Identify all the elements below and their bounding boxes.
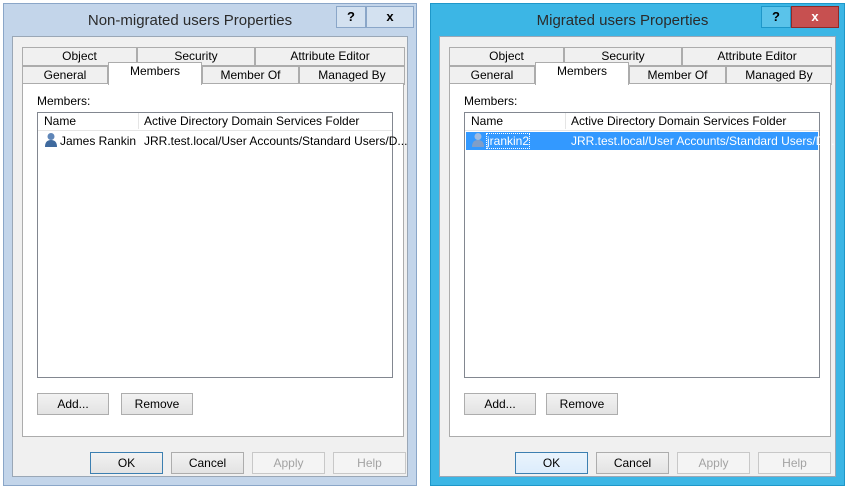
apply-button[interactable]: Apply — [252, 452, 325, 474]
remove-button[interactable]: Remove — [121, 393, 193, 415]
user-icon — [44, 132, 58, 151]
column-header-name[interactable]: Name — [44, 114, 76, 128]
column-header-folder[interactable]: Active Directory Domain Services Folder — [144, 114, 359, 128]
add-button[interactable]: Add... — [464, 393, 536, 415]
member-name: jrankin2 — [485, 133, 531, 149]
members-panel: Members: Name Active Directory Domain Se… — [22, 83, 407, 437]
list-item[interactable]: James Rankin JRR.test.local/User Account… — [39, 132, 407, 151]
list-header: Name Active Directory Domain Services Fo… — [465, 113, 819, 131]
help-title-button[interactable]: ? — [336, 6, 366, 28]
user-icon — [471, 132, 485, 151]
dialog-client: Object Security Attribute Editor General… — [439, 36, 836, 477]
member-folder: JRR.test.local/User Accounts/Standard Us… — [144, 134, 408, 148]
tab-members[interactable]: Members — [108, 62, 202, 85]
tab-members[interactable]: Members — [535, 62, 629, 85]
migrated-properties-window: Migrated users Properties ? x Object Sec… — [430, 3, 845, 486]
apply-button[interactable]: Apply — [677, 452, 750, 474]
remove-button[interactable]: Remove — [546, 393, 618, 415]
ok-button[interactable]: OK — [515, 452, 588, 474]
members-panel: Members: Name Active Directory Domain Se… — [449, 83, 834, 437]
members-list[interactable]: Name Active Directory Domain Services Fo… — [37, 112, 407, 378]
tab-attribute-editor[interactable]: Attribute Editor — [682, 47, 832, 66]
members-label: Members: — [464, 94, 518, 108]
close-title-button[interactable]: x — [791, 6, 839, 28]
help-button[interactable]: Help — [333, 452, 406, 474]
cancel-button[interactable]: Cancel — [171, 452, 244, 474]
members-list[interactable]: Name Active Directory Domain Services Fo… — [464, 112, 834, 378]
help-title-button[interactable]: ? — [761, 6, 791, 28]
tab-attribute-editor[interactable]: Attribute Editor — [255, 47, 405, 66]
column-header-folder[interactable]: Active Directory Domain Services Folder — [571, 114, 786, 128]
member-folder: JRR.test.local/User Accounts/Standard Us… — [571, 134, 835, 148]
non-migrated-properties-window: Non-migrated users Properties ? x Object… — [3, 3, 417, 486]
dialog-client: Object Security Attribute Editor General… — [12, 36, 408, 477]
help-button[interactable]: Help — [758, 452, 831, 474]
member-name: James Rankin — [60, 134, 137, 148]
members-label: Members: — [37, 94, 91, 108]
list-item-selected[interactable]: jrankin2 JRR.test.local/User Accounts/St… — [466, 132, 834, 151]
ok-button[interactable]: OK — [90, 452, 163, 474]
add-button[interactable]: Add... — [37, 393, 109, 415]
cancel-button[interactable]: Cancel — [596, 452, 669, 474]
close-title-button[interactable]: x — [366, 6, 414, 28]
column-header-name[interactable]: Name — [471, 114, 503, 128]
list-header: Name Active Directory Domain Services Fo… — [38, 113, 392, 131]
